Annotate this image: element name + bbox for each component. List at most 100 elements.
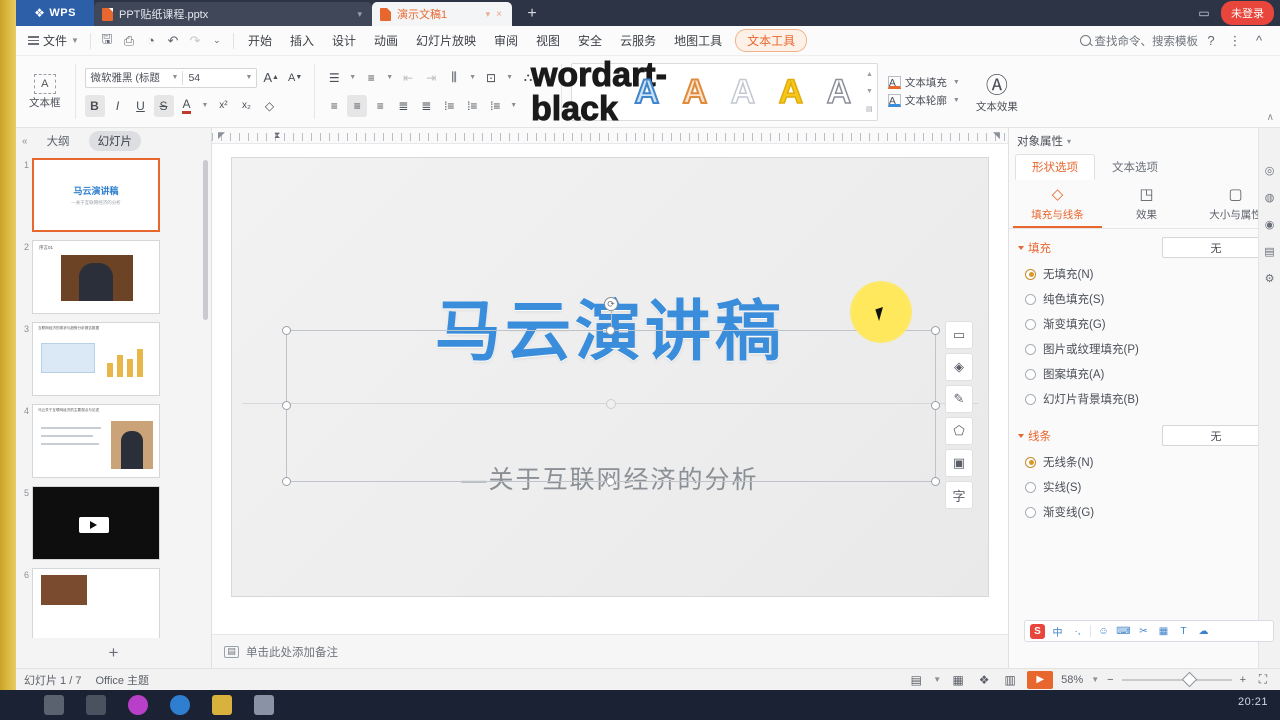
slide-thumbnail-1[interactable]: 马云演讲稿 —关于互联网经济的分析: [32, 158, 160, 232]
wordart-gallery-scroll[interactable]: ▲ ▼ ▤: [866, 71, 873, 113]
slide-thumbnail-list[interactable]: 1 马云演讲稿 —关于互联网经济的分析 2 序言01 3 互联网经济的现状与趋势…: [16, 154, 211, 638]
shrink-font-button[interactable]: A ▼: [285, 67, 305, 89]
document-tab-2[interactable]: 演示文稿1 ▾ ×: [372, 2, 512, 26]
list-item[interactable]: 2 序言01: [20, 240, 211, 314]
slide-canvas[interactable]: 马云演讲稿 —关于互联网经济的分析 ⟳: [232, 158, 988, 596]
font-size-input[interactable]: 54: [185, 72, 243, 84]
ime-emoji-icon[interactable]: ☺: [1096, 624, 1111, 639]
menu-item-design[interactable]: 设计: [323, 29, 365, 52]
new-tab-button[interactable]: +: [512, 2, 552, 26]
menu-item-security[interactable]: 安全: [569, 29, 611, 52]
chevron-down-icon[interactable]: ▼: [951, 79, 962, 86]
notes-pane[interactable]: ▤ 单击此处添加备注: [212, 634, 1008, 668]
ime-skin-icon[interactable]: T: [1176, 624, 1191, 639]
reading-view-icon[interactable]: ❖: [975, 672, 993, 688]
text-color-button[interactable]: A: [177, 95, 197, 117]
text-outline-button[interactable]: A 文本轮廓 ▼: [887, 93, 962, 108]
wordart-style-orange[interactable]: A: [672, 68, 718, 116]
feedback-rail-icon[interactable]: ◍: [1265, 191, 1275, 204]
menu-item-view[interactable]: 视图: [527, 29, 569, 52]
customize-toolbar-icon[interactable]: ⌄: [206, 30, 228, 52]
menu-item-animation[interactable]: 动画: [365, 29, 407, 52]
wordart-style-blue[interactable]: A: [624, 68, 670, 116]
shape-style-icon[interactable]: ◈: [945, 353, 973, 381]
superscript-button[interactable]: x²: [213, 95, 233, 117]
slide-thumbnail-3[interactable]: 互联网经济的现状与趋势分析报告数据: [32, 322, 160, 396]
chevron-down-icon[interactable]: ▼: [866, 88, 873, 95]
save-icon[interactable]: 🖫: [96, 30, 118, 52]
text-direction-button[interactable]: ⫼: [444, 67, 464, 89]
italic-button[interactable]: I: [108, 95, 128, 117]
text-frame-button[interactable]: A 文本框: [24, 73, 66, 110]
start-slideshow-button[interactable]: ▶: [1027, 670, 1054, 689]
size-icon[interactable]: ▣: [945, 449, 973, 477]
list-item[interactable]: 1 马云演讲稿 —关于互联网经济的分析: [20, 158, 211, 232]
chevron-down-icon[interactable]: ▼: [200, 102, 211, 109]
tab-text-options[interactable]: 文本选项: [1095, 154, 1175, 180]
bold-button[interactable]: B: [84, 94, 105, 117]
redo-icon[interactable]: ↷: [184, 30, 206, 52]
chevron-down-icon[interactable]: ▼: [467, 74, 478, 81]
rotate-handle[interactable]: ⟳: [604, 297, 618, 311]
fit-to-window-button[interactable]: ⛶: [1254, 672, 1272, 688]
selected-textbox-outline[interactable]: ⟳ ▭ ◈ ✎ ⬠ ▣ 字: [282, 297, 973, 509]
justify-button[interactable]: ≣: [393, 95, 413, 117]
subtab-fill-and-line[interactable]: ◇ 填充与线条: [1013, 184, 1102, 228]
notes-view-icon[interactable]: ▥: [1001, 672, 1019, 688]
bullet-list-button[interactable]: ☰: [324, 67, 344, 89]
resize-handle-n[interactable]: [606, 326, 615, 335]
more-options-icon[interactable]: ⋮: [1224, 30, 1246, 52]
menu-item-cloud-service[interactable]: 云服务: [611, 29, 665, 52]
clear-format-button[interactable]: ◇: [259, 95, 279, 117]
files-icon[interactable]: [254, 695, 274, 715]
wordart-style-white[interactable]: A: [720, 68, 766, 116]
underline-button[interactable]: U: [131, 95, 151, 117]
radio-no-line[interactable]: 无线条(N): [1025, 454, 1270, 470]
convert-smartart-button[interactable]: ⛬: [518, 67, 538, 89]
columns-button[interactable]: ⁞≡: [485, 95, 505, 117]
wordart-style-yellow[interactable]: A: [768, 68, 814, 116]
zoom-out-button[interactable]: −: [1107, 674, 1113, 686]
radio-gradient-fill[interactable]: 渐变填充(G): [1025, 316, 1270, 332]
resize-handle-se[interactable]: [931, 477, 940, 486]
line-section-header[interactable]: 线条 无 ▼: [1018, 425, 1270, 446]
resize-handle-s[interactable]: [606, 477, 615, 486]
chevron-down-icon[interactable]: ▾: [486, 9, 491, 20]
list-item[interactable]: 3 互联网经济的现状与趋势分析报告数据: [20, 322, 211, 396]
list-item[interactable]: 5: [20, 486, 211, 560]
text-effect-icon[interactable]: Ⓐ: [983, 69, 1011, 99]
menu-item-review[interactable]: 审阅: [485, 29, 527, 52]
align-right-button[interactable]: ≡: [370, 95, 390, 117]
resize-handle-nw[interactable]: [282, 326, 291, 335]
align-text-button[interactable]: ⊡: [481, 67, 501, 89]
undo-icon[interactable]: ↶: [162, 30, 184, 52]
help-rail-icon[interactable]: ◎: [1265, 164, 1275, 177]
menu-item-slideshow[interactable]: 幻灯片放映: [407, 29, 485, 52]
strikethrough-button[interactable]: S: [153, 94, 174, 117]
subtab-effects[interactable]: ◳ 效果: [1102, 184, 1191, 228]
print-icon[interactable]: ⎙: [118, 30, 140, 52]
doc-rail-icon[interactable]: ▤: [1264, 245, 1274, 258]
radio-solid-fill[interactable]: 纯色填充(S): [1025, 291, 1270, 307]
share-rail-icon[interactable]: ◉: [1265, 218, 1275, 231]
thumbnail-scrollbar[interactable]: [203, 160, 208, 320]
chevron-down-icon[interactable]: ▼: [347, 74, 358, 81]
resize-handle-e[interactable]: [931, 401, 940, 410]
font-name-input[interactable]: 微软雅黑 (标题: [88, 70, 170, 85]
fill-icon[interactable]: ⬠: [945, 417, 973, 445]
decrease-indent-button[interactable]: ⇤: [398, 67, 418, 89]
wordart-style-gray[interactable]: A: [816, 68, 862, 116]
tab-shape-options[interactable]: 形状选项: [1015, 154, 1095, 180]
document-tab-1[interactable]: PPT贴纸课程.pptx ▾: [94, 2, 372, 26]
fill-section-header[interactable]: 填充 无 ▼: [1018, 237, 1270, 258]
line-preset-select[interactable]: 无 ▼: [1162, 425, 1270, 446]
chevron-down-icon[interactable]: ▾: [1067, 137, 1071, 146]
account-button[interactable]: 未登录: [1221, 1, 1274, 25]
collapse-panel-icon[interactable]: «: [22, 136, 28, 147]
chevron-down-icon[interactable]: ▼: [243, 74, 254, 81]
ime-punctuation-icon[interactable]: ·,: [1070, 624, 1085, 639]
chevron-up-icon[interactable]: ▲: [866, 71, 873, 78]
add-slide-button[interactable]: +: [16, 638, 211, 668]
radio-slide-background-fill[interactable]: 幻灯片背景填充(B): [1025, 391, 1270, 407]
list-item[interactable]: 6: [20, 568, 211, 638]
